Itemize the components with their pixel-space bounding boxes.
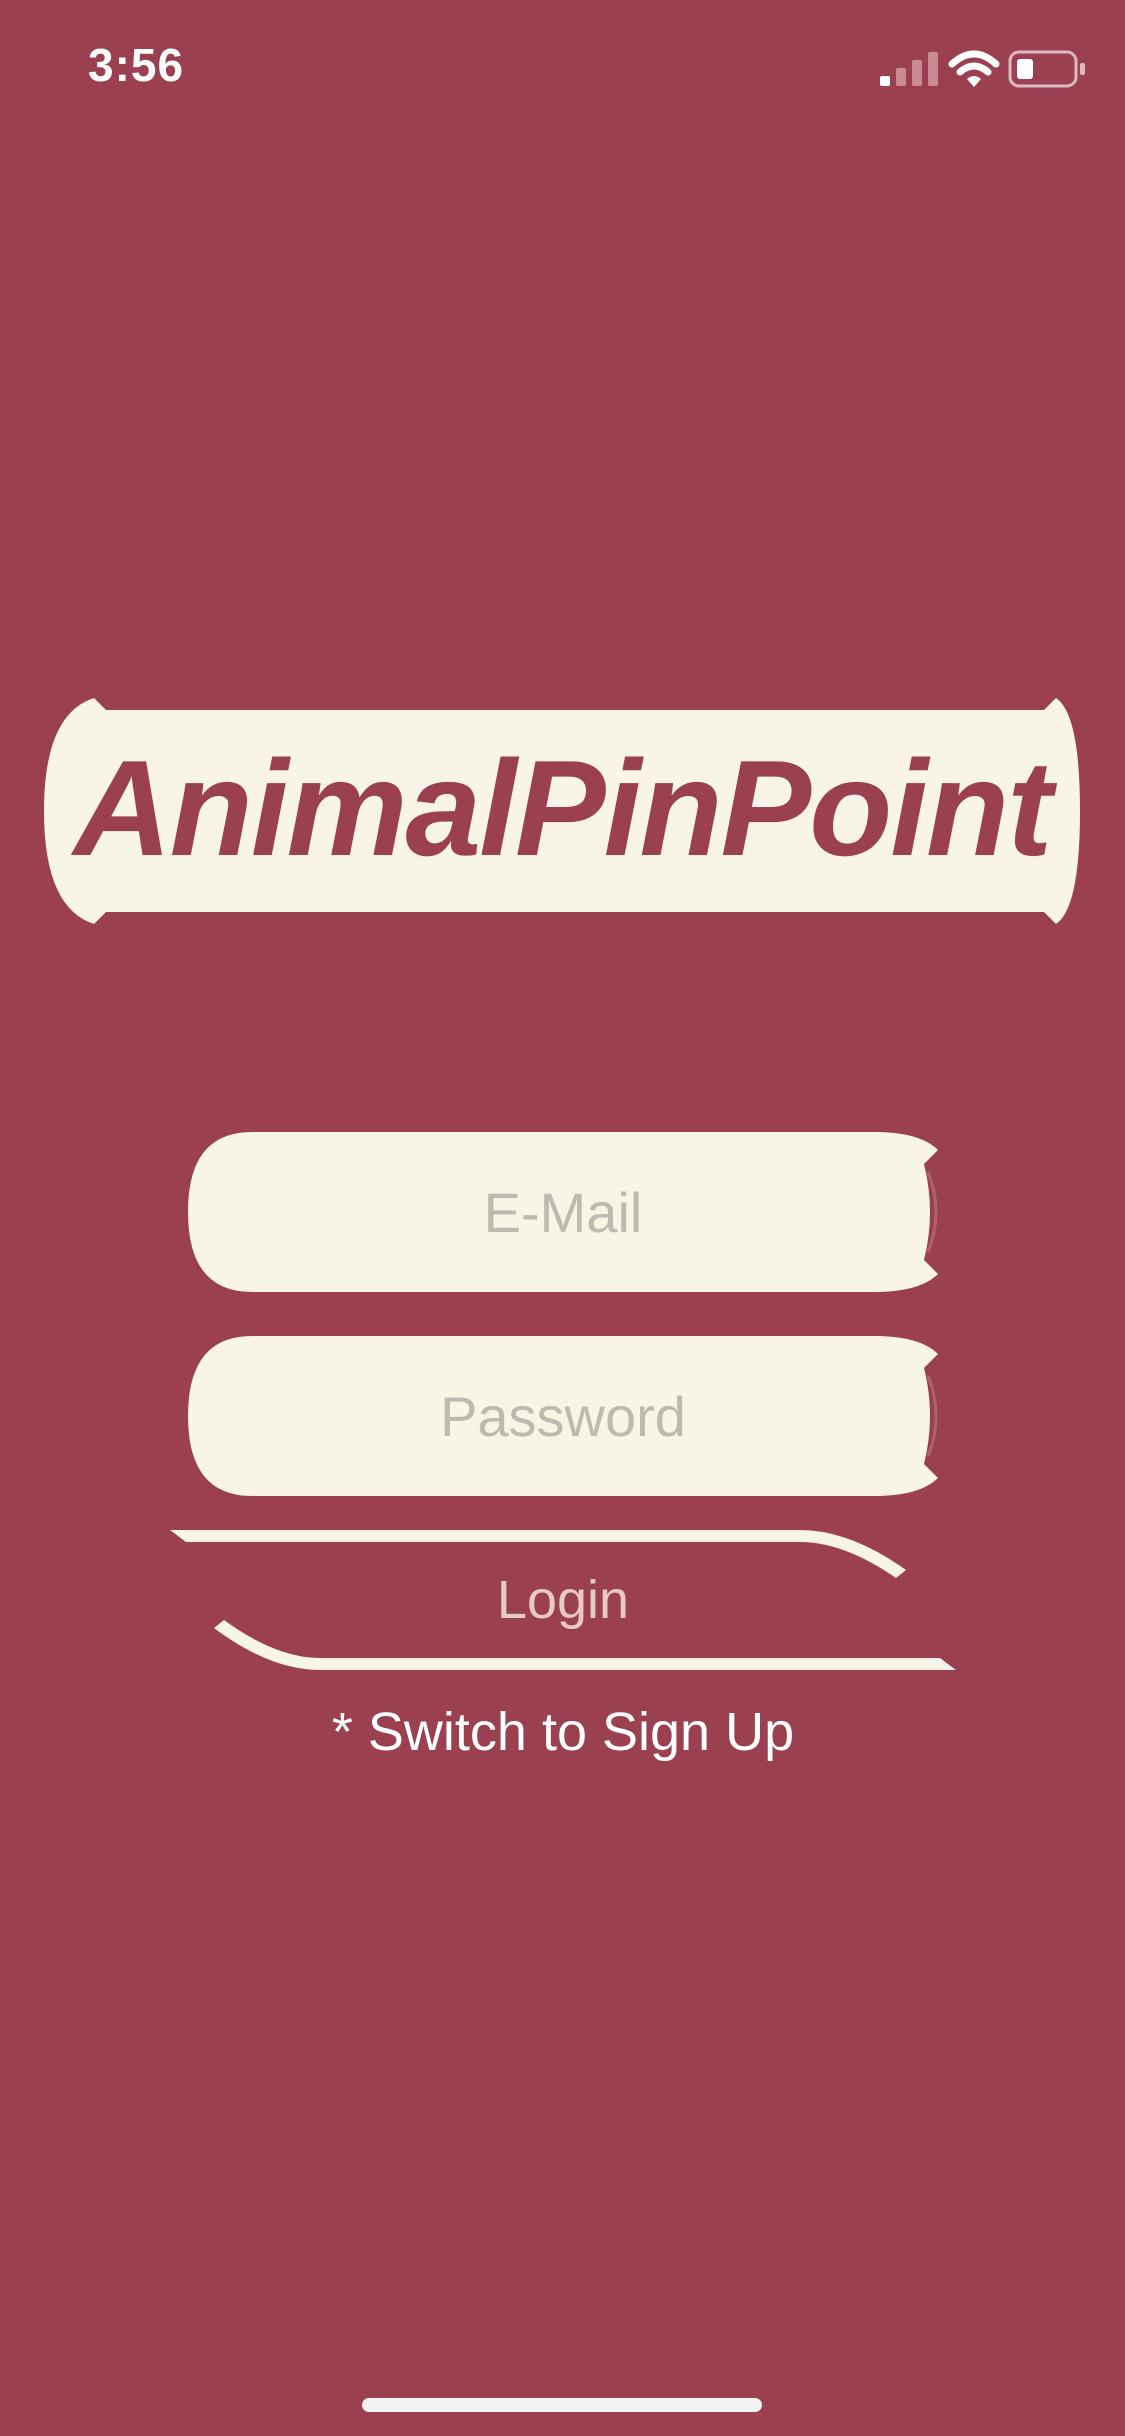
- app-title: AnimalPinPoint: [73, 732, 1053, 884]
- home-indicator[interactable]: [362, 2398, 762, 2412]
- wifi-icon: [948, 50, 1000, 87]
- status-time: 3:56: [88, 39, 185, 91]
- signal-strength-icon: [880, 52, 938, 86]
- password-input[interactable]: [223, 1334, 903, 1498]
- login-button-label[interactable]: Login: [170, 1560, 956, 1640]
- battery-icon: [1008, 50, 1085, 88]
- email-input[interactable]: [223, 1130, 903, 1294]
- switch-to-signup-link[interactable]: * Switch to Sign Up: [170, 1692, 956, 1772]
